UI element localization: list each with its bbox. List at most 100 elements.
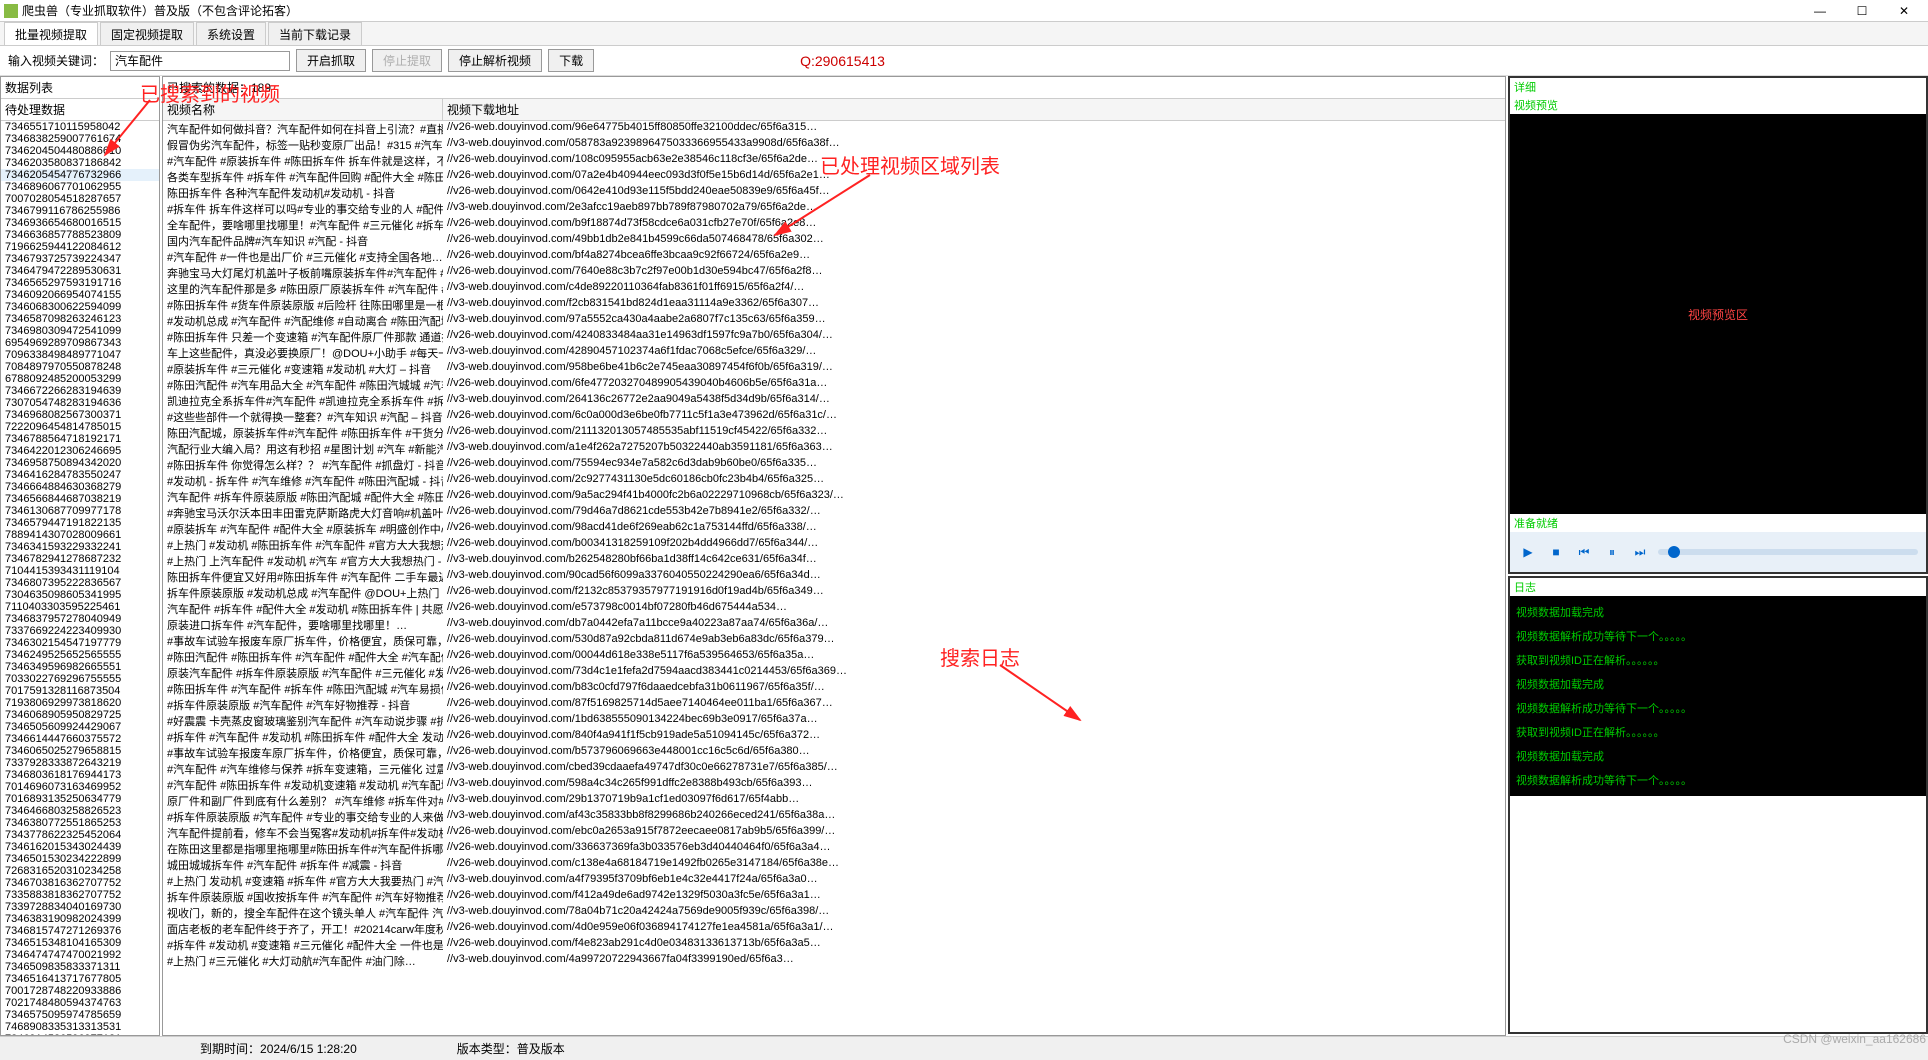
list-item[interactable]: 7007028054518287657 — [1, 193, 159, 205]
table-row[interactable]: #拆车件原装原版 #汽车配件 #专业的事交给专业的人来做原装…//v3-web.… — [163, 809, 1505, 825]
table-row[interactable]: #好震震 卡壳蒸皮窗玻璃鉴别汽车配件 #汽车动说步骤 #拆车件…//v26-we… — [163, 713, 1505, 729]
table-row[interactable]: #发动机总成 #汽车配件 #汽配维修 #自动离合 #陈田汽配城 - 抖音//v3… — [163, 313, 1505, 329]
list-item[interactable]: 7193806929973818620 — [1, 697, 159, 709]
start-button[interactable]: 开启抓取 — [296, 49, 366, 72]
next-icon[interactable]: ⏭ — [1630, 542, 1650, 562]
table-row[interactable]: #发动机 - 拆车件 #汽车维修 #汽车配件 #陈田汽配城 - 抖音//v26-… — [163, 473, 1505, 489]
tab-fixed-extract[interactable]: 固定视频提取 — [100, 22, 194, 45]
list-item[interactable]: 7346515348104165309 — [1, 937, 159, 949]
table-row[interactable]: #上热门 #三元催化 #大灯动航#汽车配件 #油门除…//v3-web.douy… — [163, 953, 1505, 969]
tab-settings[interactable]: 系统设置 — [196, 22, 266, 45]
list-item[interactable]: 7343778622325452064 — [1, 829, 159, 841]
table-row[interactable]: #陈田拆车件 只差一个变速箱 #汽车配件原厂件那款 通道拆拆…//v26-web… — [163, 329, 1505, 345]
list-item[interactable]: 7346587098263246123 — [1, 313, 159, 325]
table-row[interactable]: 全车配件，要啥哪里找哪里！#汽车配件 #三元催化 #拆车件 #发动…//v26-… — [163, 217, 1505, 233]
list-item[interactable]: 7346068905950829725 — [1, 709, 159, 721]
table-row[interactable]: #上热门 发动机 #变速箱 #拆车件 #官方大大我要热门 #汽车…//v3-we… — [163, 873, 1505, 889]
list-item[interactable]: 7346474747470021992 — [1, 949, 159, 961]
stop-parse-button[interactable]: 停止解析视频 — [448, 49, 542, 72]
table-row[interactable]: 这里的汽车配件那是多 #陈田原厂原装拆车件 #汽车配件 #汽配…//v3-web… — [163, 281, 1505, 297]
table-row[interactable]: #这些些部件一个就得换一整套？#汽车知识 #汽配 – 抖音//v26-web.d… — [163, 409, 1505, 425]
table-row[interactable]: 汽车配件如何做抖音？汽车配件如何在抖音上引流？#直播运营 #…//v26-web… — [163, 121, 1505, 137]
table-row[interactable]: #原装拆车件 #三元催化 #变速箱 #发动机 #大灯 – 抖音//v3-web.… — [163, 361, 1505, 377]
table-row[interactable]: #事故车试验车报废车原厂拆车件，价格便宜，质保可靠，藏难无…//v26-web.… — [163, 633, 1505, 649]
list-item[interactable]: 7104415393431119104 — [1, 565, 159, 577]
table-row[interactable]: 拆车件原装原版 #国收按拆车件 #汽车配件 #汽车好物推荐 窖真…//v26-w… — [163, 889, 1505, 905]
list-item[interactable]: 7346788564718192171 — [1, 433, 159, 445]
table-row[interactable]: #上热门 #发动机 #陈田拆车件 #汽车配件 #官方大大我想热门…//v26-w… — [163, 537, 1505, 553]
list-item[interactable]: 7346958750894342020 — [1, 457, 159, 469]
list-item[interactable]: 7346416284783550247 — [1, 469, 159, 481]
list-item[interactable]: 7110403303595225461 — [1, 601, 159, 613]
list-item[interactable]: 7889414307028009661 — [1, 529, 159, 541]
list-item[interactable]: 7346302154547197779 — [1, 637, 159, 649]
list-item[interactable]: 7346807395222836567 — [1, 577, 159, 589]
list-item[interactable]: 7268316520310234258 — [1, 865, 159, 877]
table-row[interactable]: #汽车配件 #一件也是出厂价 #三元催化 #支持全国各地…//v26-web.d… — [163, 249, 1505, 265]
table-row[interactable]: 凯迪拉克全系拆车件#汽车配件 #凯迪拉克全系拆车件 #拆车件…//v3-web.… — [163, 393, 1505, 409]
list-item[interactable]: 7346980309472541099 — [1, 325, 159, 337]
list-item[interactable]: 7304635098605341995 — [1, 589, 159, 601]
table-row[interactable]: #陈田汽配件 #陈田拆车件 #汽车配件 #配件大全 #汽车配件城…//v26-w… — [163, 649, 1505, 665]
list-item[interactable]: 7033022769296755555 — [1, 673, 159, 685]
table-row[interactable]: 各类车型拆车件 #拆车件 #汽车配件回购 #配件大全 #陈田汽车…//v26-w… — [163, 169, 1505, 185]
table-row[interactable]: 原装汽车配件 #拆车件原装原版 #汽车配件 #三元催化 #发动机…//v26-w… — [163, 665, 1505, 681]
table-row[interactable]: 陈田拆车件 各种汽车配件发动机#发动机 - 抖音//v26-web.douyin… — [163, 185, 1505, 201]
table-row[interactable]: 城田城城拆车件 #汽车配件 #拆车件 #减震 - 抖音//v26-web.dou… — [163, 857, 1505, 873]
list-item[interactable]: 7346636857788523809 — [1, 229, 159, 241]
list-item[interactable]: 7346664884630368279 — [1, 481, 159, 493]
list-item[interactable]: 7346579447191822135 — [1, 517, 159, 529]
log-list[interactable]: 视频数据加载完成视频数据解析成功等待下一个。。。。。获取到视频ID正在解析。。。… — [1510, 596, 1926, 796]
table-row[interactable]: #陈田拆车件 你觉得怎么样？？ #汽车配件 #抓盘灯 - 抖音//v26-web… — [163, 457, 1505, 473]
list-item[interactable]: 7346936654680016515 — [1, 217, 159, 229]
table-row[interactable]: #汽车配件 #原装拆车件 #陈田拆车件 拆车件就是这样，不管走…//v26-we… — [163, 153, 1505, 169]
table-row[interactable]: 车上这些配件，真没必要换原厂！@DOU+小助手 #每天一个…//v3-web.d… — [163, 345, 1505, 361]
list-item[interactable]: 7346505609924429067 — [1, 721, 159, 733]
list-item[interactable]: 7346672266283194639 — [1, 385, 159, 397]
maximize-button[interactable]: ☐ — [1842, 1, 1882, 21]
table-row[interactable]: #陈田汽配件 #汽车用品大全 #汽车配件 #陈田汽城城 #汽车知识…//v26-… — [163, 377, 1505, 393]
list-item[interactable]: 7335883818362707752 — [1, 889, 159, 901]
minimize-button[interactable]: — — [1800, 1, 1840, 21]
list-item[interactable]: 7346803618176944173 — [1, 769, 159, 781]
table-row[interactable]: 陈田汽配城，原装拆车件#汽车配件 #陈田拆车件 #干货分享 -…//v26-we… — [163, 425, 1505, 441]
table-row[interactable]: #汽车配件 #汽车维修与保养 #拆车变速箱，三元催化 过震 - …//v3-we… — [163, 761, 1505, 777]
table-row[interactable]: #原装拆车 #汽车配件 #配件大全 #原装拆车 #明盛创作中心…//v26-we… — [163, 521, 1505, 537]
list-item[interactable]: 7346068300622594099 — [1, 301, 159, 313]
list-item[interactable]: 7346130687709977178 — [1, 505, 159, 517]
video-table[interactable]: 汽车配件如何做抖音？汽车配件如何在抖音上引流？#直播运营 #…//v26-web… — [163, 121, 1505, 1035]
prev-icon[interactable]: ⏮ — [1574, 542, 1594, 562]
progress-slider[interactable] — [1658, 549, 1918, 555]
list-item[interactable]: 7346799116786255986 — [1, 205, 159, 217]
list-item[interactable]: 7346566844687038219 — [1, 493, 159, 505]
list-item[interactable]: 7346249525652565555 — [1, 649, 159, 661]
list-item[interactable]: 7346203580837186842 — [1, 157, 159, 169]
list-item[interactable]: 7346479472289530631 — [1, 265, 159, 277]
list-item[interactable]: 6788092485200053299 — [1, 373, 159, 385]
list-item[interactable]: 7346205454776732966 — [1, 169, 159, 181]
tab-batch-extract[interactable]: 批量视频提取 — [4, 22, 98, 45]
table-row[interactable]: 面店老板的老车配件终于齐了，开工！#20214carw年度秋典 #修…//v26… — [163, 921, 1505, 937]
list-item[interactable]: 7346466803258826523 — [1, 805, 159, 817]
list-item[interactable]: 7001728748220933886 — [1, 985, 159, 997]
table-row[interactable]: 汽配行业大编入局？用这有秒招 #星图计划 #汽车 #新能汽车 - 抖…//v3-… — [163, 441, 1505, 457]
table-row[interactable]: #奔驰宝马沃尔沃本田丰田雷克萨斯路虎大灯音响#机盖叶子板车…//v26-web.… — [163, 505, 1505, 521]
list-item[interactable]: 7014696073163469952 — [1, 781, 159, 793]
table-row[interactable]: 汽车配件 #拆车件原装原版 #陈田汽配城 #配件大全 #陈田拆车…//v26-w… — [163, 489, 1505, 505]
table-row[interactable]: 汽车配件提前看，修车不会当冤客#发动机#拆车件#发动机 #汽车配…//v26-w… — [163, 825, 1505, 841]
list-item[interactable]: 7346896067701062955 — [1, 181, 159, 193]
list-item[interactable]: 7346380772551865253 — [1, 817, 159, 829]
play-icon[interactable]: ▶ — [1518, 542, 1538, 562]
table-row[interactable]: #汽车配件 #陈田拆车件 #发动机变速箱 #发动机 #汽车配城 原厂…//v3-… — [163, 777, 1505, 793]
list-item[interactable]: 7346703816362707752 — [1, 877, 159, 889]
table-row[interactable]: #陈田拆车件 #货车件原装原版 #后险杆 往陈田哪里是一根线…//v3-web.… — [163, 297, 1505, 313]
stop-icon[interactable]: ■ — [1546, 542, 1566, 562]
table-row[interactable]: 奔驰宝马大灯尾灯机盖叶子板前嘴原装拆车件#汽车配件 #陈田拆…//v26-web… — [163, 265, 1505, 281]
table-row[interactable]: #拆车件原装原版 #汽车配件 #汽车好物推荐 - 抖音//v26-web.dou… — [163, 697, 1505, 713]
list-item[interactable]: 7307054748283194636 — [1, 397, 159, 409]
list-item[interactable]: 7337928333872643219 — [1, 757, 159, 769]
table-row[interactable]: 原装进口拆车件 #汽车配件，要啥哪里找哪里！…//v3-web.douyinvo… — [163, 617, 1505, 633]
keyword-input[interactable] — [110, 51, 290, 71]
list-item[interactable]: 7346516413717677805 — [1, 973, 159, 985]
list-item[interactable]: 7346968082567300371 — [1, 409, 159, 421]
